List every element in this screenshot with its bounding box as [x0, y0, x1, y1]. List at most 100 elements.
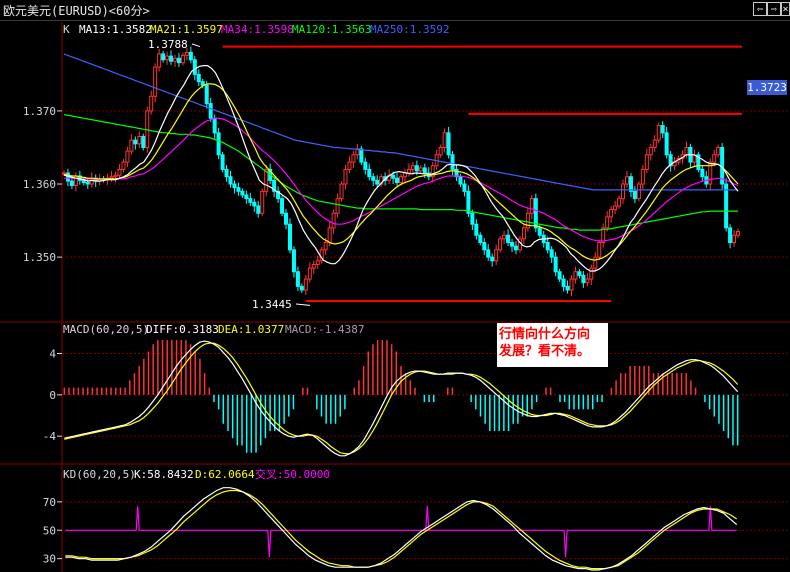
candle-up	[410, 165, 415, 170]
candle-up	[406, 168, 411, 174]
candle-down	[577, 271, 582, 276]
candle-down	[391, 174, 396, 179]
candle-up	[113, 174, 118, 178]
candle-down	[252, 201, 257, 207]
candle-down	[561, 278, 566, 287]
price-legend-ma34: MA34:1.3598	[221, 23, 294, 36]
candle-up	[593, 256, 598, 269]
candle-down	[478, 234, 483, 244]
candle-up	[121, 161, 126, 170]
candle-up	[351, 154, 356, 163]
candle-down	[85, 182, 90, 185]
candle-up	[343, 168, 348, 185]
candle-up	[521, 227, 526, 240]
candle-down	[513, 245, 518, 251]
candle-down	[224, 168, 229, 178]
candle-up	[494, 249, 499, 262]
candle-down	[244, 194, 249, 200]
candle-up	[652, 139, 657, 148]
macd-legend-diff: DIFF:0.3183	[146, 323, 219, 336]
kd-legend-cross: 交叉:50.0000	[255, 467, 330, 481]
low-price-label: 1.3445	[252, 298, 292, 311]
candle-down	[65, 172, 70, 182]
candle-up	[109, 176, 114, 179]
candle-up	[173, 57, 177, 62]
candle-down	[141, 136, 146, 148]
candle-down	[557, 271, 562, 280]
candle-down	[240, 190, 245, 196]
candle-up	[609, 209, 614, 218]
candle-up	[418, 167, 423, 172]
candle-up	[125, 150, 130, 163]
candle-up	[402, 172, 407, 178]
ma250-line	[63, 53, 738, 191]
candle-down	[295, 271, 300, 287]
candle-down	[553, 256, 558, 273]
candle-up	[617, 198, 622, 207]
macd-ytick-label: 0	[49, 389, 56, 402]
candle-down	[510, 242, 515, 247]
candle-down	[450, 154, 455, 170]
candle-up	[684, 146, 689, 156]
price-ytick-label: 1.370	[23, 105, 56, 118]
candle-down	[724, 183, 729, 229]
kd-ytick-label: 70	[43, 496, 56, 509]
candle-down	[422, 167, 427, 174]
candle-up	[260, 190, 265, 214]
price-ytick-label: 1.350	[23, 251, 56, 264]
candle-down	[133, 139, 138, 145]
macd-legend-macd: MACD:-1.4387	[285, 323, 364, 336]
candle-up	[502, 234, 507, 240]
candle-down	[287, 223, 292, 251]
candle-down	[545, 242, 550, 251]
candle-up	[335, 198, 340, 214]
candle-down	[506, 234, 511, 244]
candle-down	[490, 256, 495, 262]
candle-down	[414, 165, 419, 172]
candle-up	[339, 183, 344, 200]
candle-down	[280, 198, 285, 214]
candle-down	[169, 55, 174, 62]
candle-down	[549, 249, 554, 258]
candle-up	[605, 216, 610, 229]
kd-k-line	[65, 487, 738, 571]
candle-up	[573, 271, 578, 280]
candle-up	[648, 146, 653, 156]
high-price-label: 1.3788	[148, 38, 188, 51]
candle-up	[137, 136, 142, 145]
candle-down	[248, 198, 253, 203]
candle-down	[284, 212, 289, 225]
kd-ytick-label: 50	[43, 524, 56, 537]
candle-up	[498, 238, 503, 251]
candle-up	[180, 54, 185, 64]
candle-up	[585, 278, 590, 284]
candle-down	[161, 53, 166, 61]
macd-legend-name: MACD(60,20,5)	[63, 323, 149, 336]
candle-down	[69, 180, 74, 186]
candle-up	[307, 267, 312, 280]
candle-down	[212, 117, 217, 134]
candle-down	[176, 57, 181, 64]
candle-up	[640, 168, 645, 185]
candle-down	[291, 249, 296, 273]
kd-legend-name: KD(60,20,5)	[63, 468, 136, 481]
candle-up	[625, 176, 629, 185]
candle-down	[371, 176, 376, 181]
price-legend-k: K	[63, 23, 70, 36]
candle-up	[621, 183, 626, 200]
candle-up	[153, 66, 158, 97]
high-marker-line	[191, 43, 201, 48]
candle-up	[149, 95, 154, 112]
candle-up	[327, 227, 332, 244]
ma13-line	[63, 64, 739, 272]
candle-down	[188, 51, 193, 61]
kd-cross-line	[65, 506, 737, 558]
candle-up	[732, 234, 737, 244]
candle-down	[470, 212, 475, 225]
candle-down	[299, 285, 304, 291]
price-legend-ma120: MA120:1.3563	[292, 23, 371, 36]
candle-down	[363, 161, 368, 170]
candle-up	[184, 51, 189, 56]
kd-legend-d: D:62.0664	[195, 468, 255, 481]
candle-down	[192, 59, 197, 75]
